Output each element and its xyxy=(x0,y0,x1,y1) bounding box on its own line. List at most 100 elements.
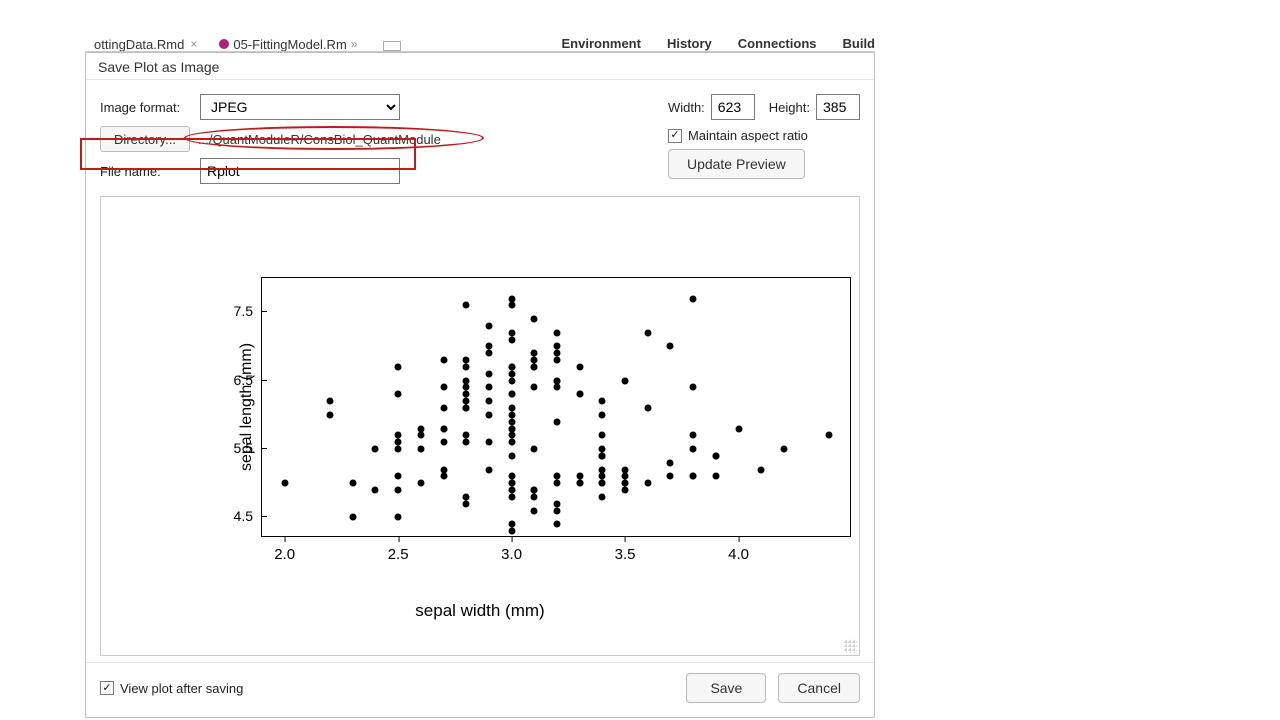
view-after-label: View plot after saving xyxy=(120,681,243,696)
data-point xyxy=(485,350,492,357)
data-point xyxy=(440,405,447,412)
save-plot-dialog: Save Plot as Image Image format: JPEG Di… xyxy=(85,52,875,718)
data-point xyxy=(508,336,515,343)
data-point xyxy=(395,391,402,398)
width-input[interactable] xyxy=(711,94,755,120)
dialog-title: Save Plot as Image xyxy=(86,53,874,80)
y-tick: 6.5 xyxy=(221,372,261,388)
data-point xyxy=(327,398,334,405)
data-point xyxy=(826,432,833,439)
data-point xyxy=(758,466,765,473)
data-point xyxy=(463,439,470,446)
x-tick: 3.5 xyxy=(615,536,636,563)
data-point xyxy=(327,411,334,418)
directory-button[interactable]: Directory... xyxy=(100,126,190,152)
data-point xyxy=(644,480,651,487)
pane-tab-build[interactable]: Build xyxy=(843,38,876,51)
data-point xyxy=(508,329,515,336)
image-format-select[interactable]: JPEG xyxy=(200,94,400,120)
data-point xyxy=(508,493,515,500)
rmd-icon xyxy=(219,39,229,49)
data-point xyxy=(644,329,651,336)
data-point xyxy=(463,432,470,439)
data-point xyxy=(599,411,606,418)
data-point xyxy=(508,377,515,384)
data-point xyxy=(712,473,719,480)
data-point xyxy=(531,446,538,453)
plot-frame: 2.02.53.03.54.0 xyxy=(261,277,851,537)
data-point xyxy=(531,384,538,391)
tab-label: 05-FittingModel.Rm xyxy=(233,38,346,52)
data-point xyxy=(735,425,742,432)
data-point xyxy=(531,493,538,500)
data-point xyxy=(644,405,651,412)
close-icon[interactable]: × xyxy=(190,38,197,51)
data-point xyxy=(554,357,561,364)
plot-preview: sepal length (mm) 2.02.53.03.54.0 4.55.5… xyxy=(100,196,860,656)
data-point xyxy=(576,480,583,487)
data-point xyxy=(508,391,515,398)
data-point xyxy=(576,391,583,398)
data-point xyxy=(554,384,561,391)
data-point xyxy=(554,521,561,528)
data-point xyxy=(554,480,561,487)
data-point xyxy=(599,452,606,459)
data-point xyxy=(599,432,606,439)
data-point xyxy=(508,452,515,459)
data-point xyxy=(440,425,447,432)
data-point xyxy=(554,377,561,384)
editor-tab-bar: ottingData.Rmd × 05-FittingModel.Rm » En… xyxy=(85,38,875,52)
data-point xyxy=(780,446,787,453)
pane-tab-connections[interactable]: Connections xyxy=(738,38,817,51)
data-point xyxy=(690,446,697,453)
data-point xyxy=(599,446,606,453)
data-point xyxy=(417,432,424,439)
data-point xyxy=(531,487,538,494)
data-point xyxy=(395,439,402,446)
tab-label: ottingData.Rmd xyxy=(94,38,184,52)
data-point xyxy=(667,459,674,466)
filename-input[interactable] xyxy=(200,158,400,184)
directory-path: .../QuantModuleR/ConsBiol_QuantModule xyxy=(198,132,441,147)
data-point xyxy=(576,363,583,370)
maintain-aspect-checkbox[interactable]: ✓ Maintain aspect ratio xyxy=(668,128,808,143)
data-point xyxy=(554,473,561,480)
pane-tab-history[interactable]: History xyxy=(667,38,712,51)
data-point xyxy=(463,363,470,370)
data-point xyxy=(463,302,470,309)
data-point xyxy=(554,329,561,336)
data-point xyxy=(531,363,538,370)
pane-tab-environment[interactable]: Environment xyxy=(562,38,641,51)
window-controls-icon[interactable] xyxy=(383,41,401,51)
data-point xyxy=(395,514,402,521)
editor-tab-fittingmodel[interactable]: 05-FittingModel.Rm » xyxy=(217,38,359,51)
cancel-button[interactable]: Cancel xyxy=(778,673,860,703)
save-button[interactable]: Save xyxy=(686,673,766,703)
data-point xyxy=(417,480,424,487)
data-point xyxy=(463,384,470,391)
data-point xyxy=(622,487,629,494)
x-tick: 2.0 xyxy=(274,536,295,563)
data-point xyxy=(554,418,561,425)
resize-grip-icon[interactable] xyxy=(843,639,857,653)
directory-path-text: .../QuantModuleR/ConsBiol_QuantModule xyxy=(198,132,441,147)
right-pane-tabs: Environment History Connections Build xyxy=(562,38,876,51)
data-point xyxy=(485,384,492,391)
checkbox-icon: ✓ xyxy=(100,681,114,695)
data-point xyxy=(667,343,674,350)
data-point xyxy=(622,377,629,384)
view-after-checkbox[interactable]: ✓ View plot after saving xyxy=(100,681,243,696)
data-point xyxy=(531,357,538,364)
data-point xyxy=(599,493,606,500)
data-point xyxy=(372,446,379,453)
update-preview-button[interactable]: Update Preview xyxy=(668,149,805,179)
filename-label: File name: xyxy=(100,164,200,179)
data-point xyxy=(485,370,492,377)
data-point xyxy=(508,432,515,439)
data-point xyxy=(599,398,606,405)
data-point xyxy=(508,439,515,446)
height-input[interactable] xyxy=(816,94,860,120)
editor-tab-plottingdata[interactable]: ottingData.Rmd × xyxy=(92,38,199,51)
data-point xyxy=(485,398,492,405)
y-tick: 4.5 xyxy=(221,508,261,524)
